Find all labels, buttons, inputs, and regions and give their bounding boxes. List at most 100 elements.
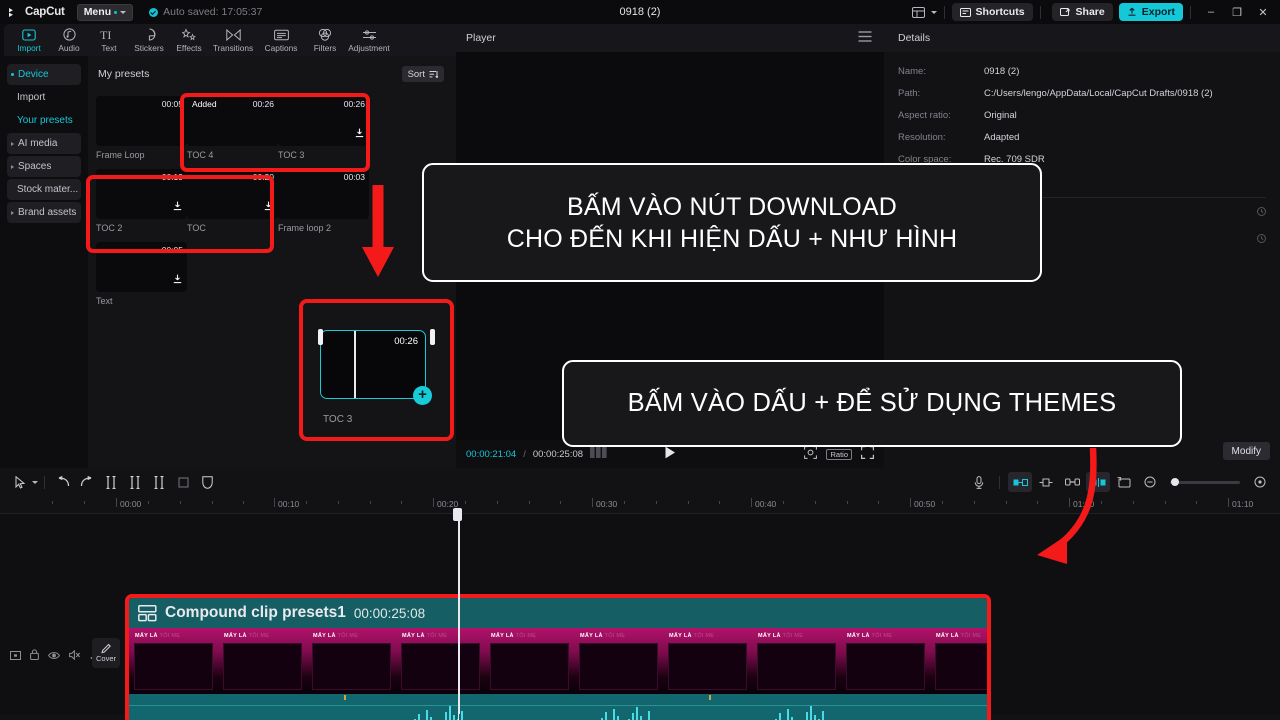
sidebar-item-import-label: Import [17, 92, 46, 103]
add-theme-plus-button[interactable]: + [413, 386, 432, 405]
sidebar-item-stock-materials[interactable]: Stock mater... [7, 179, 81, 200]
player-menu-icon[interactable] [858, 29, 872, 47]
mute-icon[interactable] [69, 647, 81, 665]
cover-button[interactable]: Cover [92, 638, 120, 668]
resize-handle-right[interactable] [430, 329, 435, 345]
sidebar-item-device-label: Device [18, 69, 49, 80]
preset-thumb[interactable]: 00:26 [278, 96, 369, 146]
preset-duration: 00:26 [252, 99, 274, 109]
playhead-handle[interactable] [453, 508, 462, 521]
sidebar-item-ai-media[interactable]: AI media [7, 133, 81, 154]
crop-icon[interactable] [171, 472, 195, 492]
ruler-mark: 00:10 [278, 499, 300, 509]
share-button[interactable]: Share [1051, 3, 1113, 21]
fit-screen-icon[interactable] [804, 446, 818, 462]
details-key: Resolution: [898, 131, 946, 143]
close-button[interactable]: ✕ [1250, 2, 1276, 22]
export-button[interactable]: Export [1118, 3, 1183, 21]
arrow-down-icon [362, 185, 394, 277]
thumbnail-caption: MẤY LÀ TÔI MẸ [847, 633, 893, 639]
preset-card-toc-3[interactable]: 00:26 TOC 3 [278, 96, 369, 160]
thumbnail-caption: MẤY LÀ TÔI MẸ [669, 633, 715, 639]
tab-transitions[interactable]: Transitions [210, 28, 256, 53]
download-icon[interactable] [264, 198, 273, 216]
zoom-fit-icon[interactable] [1248, 472, 1272, 492]
tab-adjustment[interactable]: Adjustment [346, 28, 392, 53]
split-icon[interactable] [99, 472, 123, 492]
details-key: Name: [898, 65, 926, 77]
download-icon[interactable] [173, 198, 182, 216]
preset-thumb[interactable]: 00:03 [278, 169, 369, 219]
preset-card-toc[interactable]: 00:20 TOC [187, 169, 278, 233]
zoom-slider[interactable] [1170, 478, 1240, 486]
sort-button[interactable]: Sort [401, 66, 444, 82]
trim-right-icon[interactable] [147, 472, 171, 492]
tab-import[interactable]: Import [10, 28, 48, 53]
redo-icon[interactable] [75, 472, 99, 492]
frame-icon[interactable] [10, 647, 21, 665]
left-nav: Device Import Your presets AI media Spac… [0, 56, 88, 468]
preset-duration: 00:26 [343, 99, 365, 109]
tab-captions[interactable]: Captions [258, 28, 304, 53]
preset-thumb[interactable]: 00:20 [187, 169, 278, 219]
sidebar-item-import[interactable]: Import [7, 87, 81, 108]
shortcuts-button[interactable]: Shortcuts [951, 3, 1033, 21]
sidebar-item-device[interactable]: Device [7, 64, 81, 85]
menu-button[interactable]: Menu [76, 3, 134, 21]
preset-card-toc-4[interactable]: Added 00:26 TOC 4 [187, 96, 278, 160]
lock-icon[interactable] [30, 647, 39, 665]
preset-duration: 00:19 [161, 172, 183, 182]
tab-captions-label: Captions [264, 42, 298, 53]
zoom-out-icon[interactable] [1138, 472, 1162, 492]
download-icon[interactable] [173, 271, 182, 289]
fullscreen-icon[interactable] [861, 446, 874, 462]
tab-stickers[interactable]: Stickers [130, 28, 168, 53]
preset-card-frame-loop-2[interactable]: 00:03 Frame loop 2 [278, 169, 369, 233]
preset-card-text[interactable]: 00:05 Text [96, 242, 187, 306]
thumbnail-caption: MẤY LÀ TÔI MẸ [402, 633, 448, 639]
tab-filters[interactable]: Filters [306, 28, 344, 53]
details-key: Path: [898, 87, 921, 99]
frames-icon[interactable] [590, 447, 607, 461]
sidebar-item-spaces[interactable]: Spaces [7, 156, 81, 177]
select-tool-icon[interactable] [8, 472, 32, 492]
modify-button[interactable]: Modify [1222, 442, 1270, 460]
tab-text[interactable]: TI Text [90, 28, 128, 53]
tool-chevron-down-icon[interactable] [32, 480, 38, 484]
preset-thumb[interactable]: 00:05 [96, 96, 187, 146]
compound-clip-audio-waveform[interactable] [129, 694, 987, 720]
sidebar-item-your-presets[interactable]: Your presets [7, 110, 81, 131]
sidebar-item-spaces-label: Spaces [18, 161, 52, 172]
tab-audio[interactable]: Audio [50, 28, 88, 53]
sidebar-item-brand-assets[interactable]: Brand assets [7, 202, 81, 223]
preset-thumb[interactable]: Added 00:26 [187, 96, 278, 146]
zoomed-preset-card-toc3[interactable]: 00:26 + TOC 3 [299, 299, 454, 441]
undo-icon[interactable] [51, 472, 75, 492]
zoom-slider-knob[interactable] [1171, 478, 1179, 486]
shortcuts-label: Shortcuts [975, 6, 1025, 18]
compound-clip[interactable]: Compound clip presets1 00:00:25:08 MẤY L… [129, 598, 987, 720]
preset-card-toc-2[interactable]: 00:19 TOC 2 [96, 169, 187, 233]
preset-thumb[interactable]: 00:05 [96, 242, 187, 292]
resize-handle-left[interactable] [318, 329, 323, 345]
preset-thumb[interactable]: 00:19 [96, 169, 187, 219]
zoomed-thumb[interactable]: 00:26 + [320, 330, 432, 405]
mask-icon[interactable] [195, 472, 219, 492]
layout-icon[interactable] [907, 3, 931, 21]
maximize-button[interactable]: ❐ [1224, 2, 1250, 22]
ruler-mark: 00:30 [596, 499, 618, 509]
minimize-button[interactable]: – [1198, 2, 1224, 22]
import-icon [22, 28, 36, 42]
layout-chevron-down-icon[interactable] [930, 10, 937, 14]
preset-card-frame-loop[interactable]: 00:05 Frame Loop [96, 96, 187, 160]
tab-effects[interactable]: Effects [170, 28, 208, 53]
trim-left-icon[interactable] [123, 472, 147, 492]
eye-icon[interactable] [48, 647, 60, 665]
tab-adjustment-label: Adjustment [348, 42, 390, 53]
ratio-button[interactable]: Ratio [826, 448, 852, 460]
clip-thumbnail: MẤY LÀ TÔI MẸ [663, 628, 752, 694]
compound-clip-header[interactable]: Compound clip presets1 00:00:25:08 [129, 598, 987, 628]
thumbnail-caption: MẤY LÀ TÔI MẸ [936, 633, 982, 639]
record-voiceover-icon[interactable] [967, 472, 991, 492]
download-icon[interactable] [355, 125, 364, 143]
